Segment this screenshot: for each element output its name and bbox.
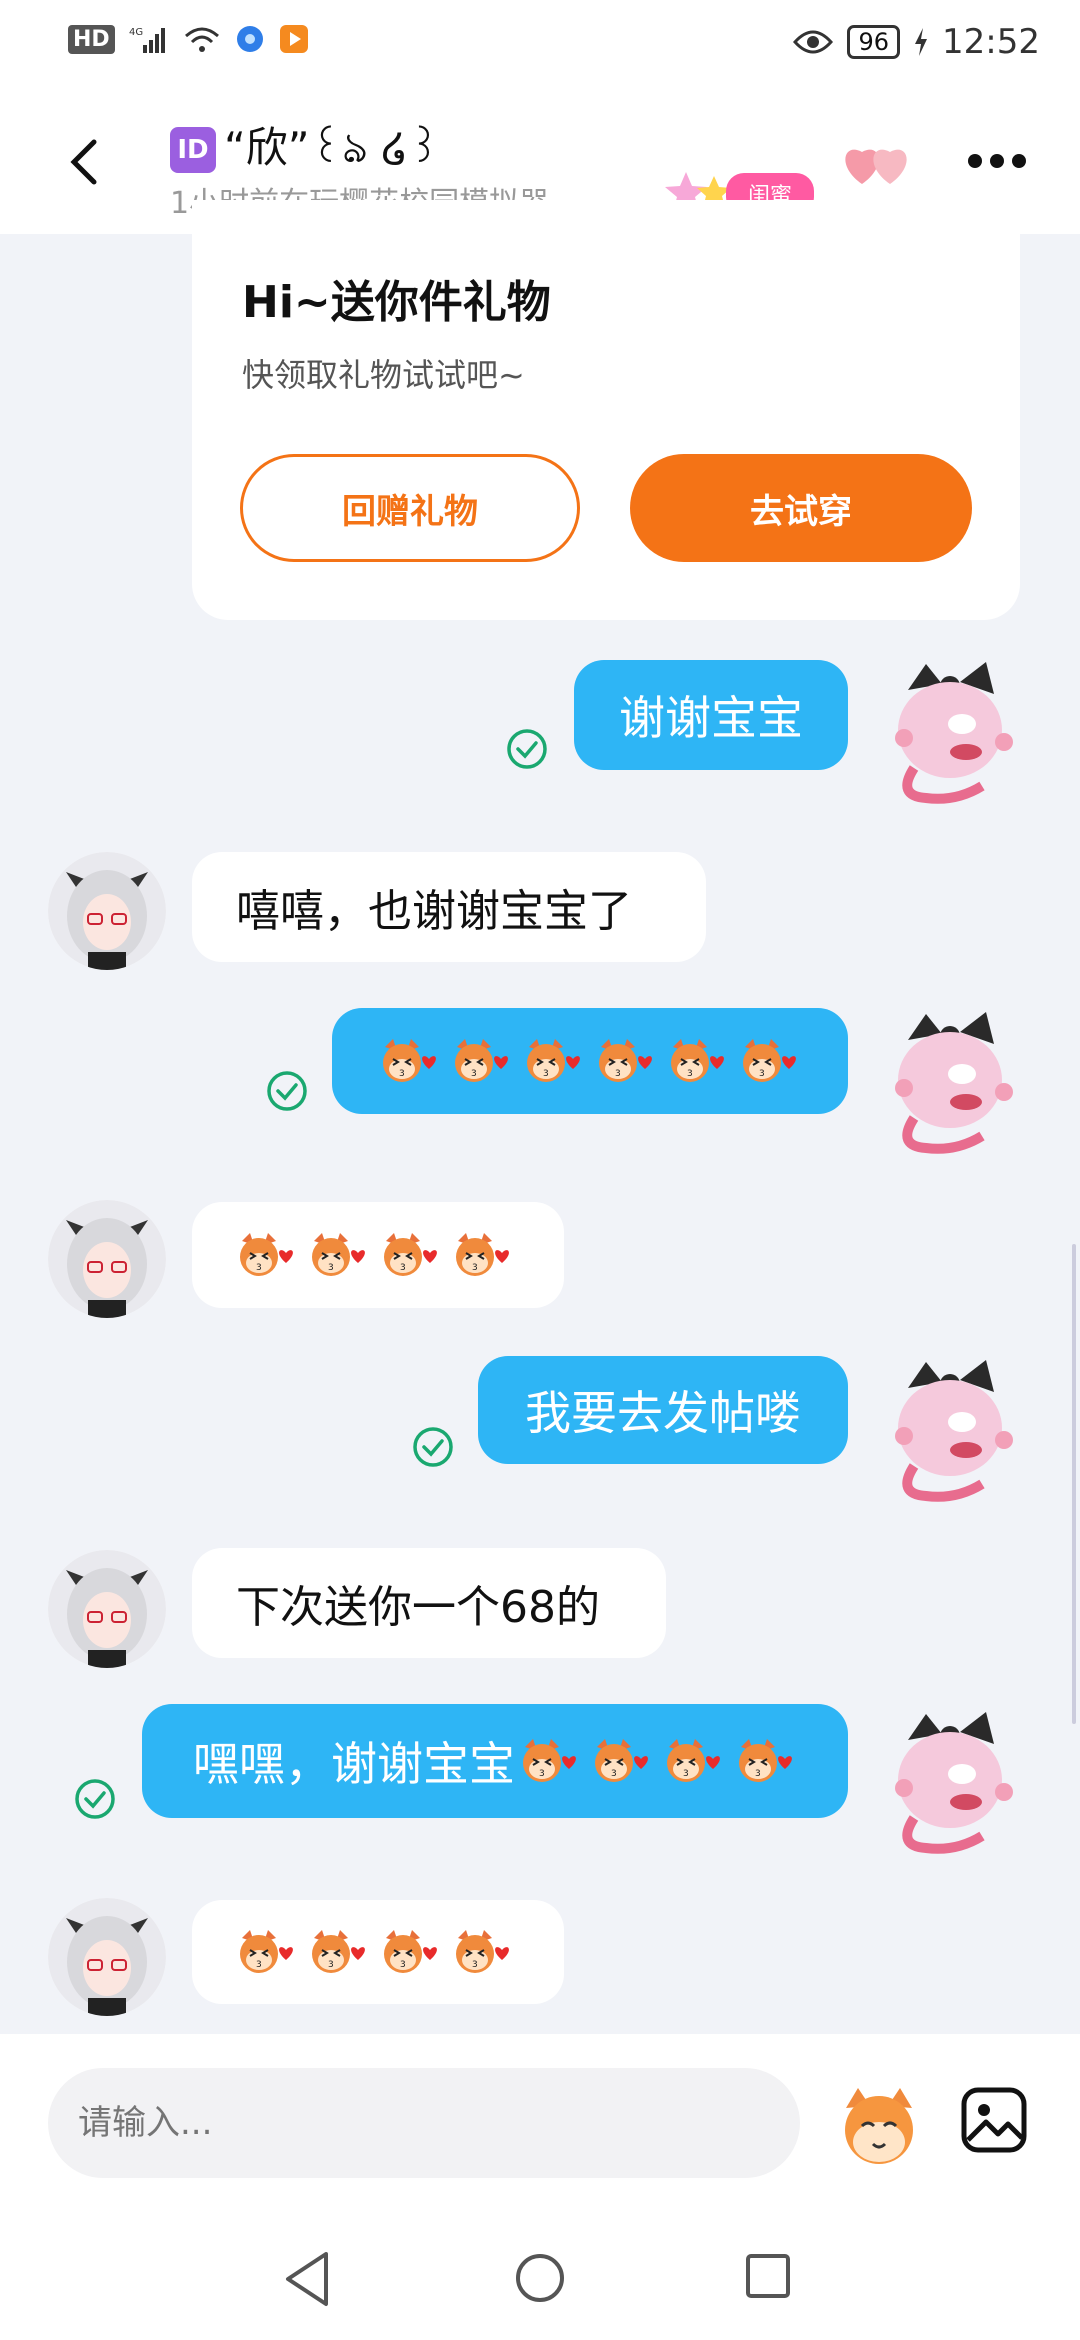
message-bubble[interactable]: 谢谢宝宝 xyxy=(574,660,848,770)
cat-kiss-emoji xyxy=(739,1037,801,1085)
my-avatar[interactable] xyxy=(886,1006,1018,1156)
message-bubble[interactable] xyxy=(332,1008,848,1114)
cat-kiss-emoji xyxy=(380,1231,442,1279)
message-row: 我要去发帖喽 xyxy=(0,1352,1080,1502)
message-row: 谢谢宝宝 xyxy=(0,650,1080,790)
message-bubble[interactable]: 下次送你一个68的 xyxy=(192,1548,666,1658)
message-input[interactable] xyxy=(48,2068,800,2178)
friend-avatar[interactable] xyxy=(48,1550,166,1668)
message-row: 嘻嘻，也谢谢宝宝了 xyxy=(0,850,1080,980)
sticker-icon[interactable] xyxy=(836,2082,922,2168)
wifi-icon xyxy=(184,27,219,52)
more-icon[interactable] xyxy=(968,154,1026,170)
cat-kiss-emoji xyxy=(308,1928,370,1976)
video-app-icon xyxy=(279,25,308,53)
back-icon[interactable] xyxy=(56,132,116,192)
friend-avatar[interactable] xyxy=(48,852,166,970)
message-text: 嘿嘿，谢谢宝宝 xyxy=(193,1737,515,1791)
cat-kiss-emoji xyxy=(663,1737,725,1785)
try-on-button[interactable]: 去试穿 xyxy=(630,454,972,562)
emoji-sticker-group xyxy=(236,1928,514,1976)
friend-avatar[interactable] xyxy=(48,1898,166,2016)
cat-kiss-emoji xyxy=(379,1037,441,1085)
image-icon[interactable] xyxy=(960,2086,1028,2154)
cat-kiss-emoji xyxy=(452,1231,514,1279)
message-bubble[interactable] xyxy=(192,1202,564,1308)
delivered-check-icon xyxy=(412,1426,454,1468)
message-input-container xyxy=(48,2068,800,2178)
my-avatar[interactable] xyxy=(886,656,1018,806)
my-avatar[interactable] xyxy=(886,1354,1018,1504)
nav-home-icon[interactable] xyxy=(514,2252,566,2304)
scrollbar[interactable] xyxy=(1072,1244,1076,1724)
cat-kiss-emoji xyxy=(308,1231,370,1279)
emoji-sticker-group xyxy=(519,1737,797,1785)
my-avatar[interactable] xyxy=(886,1706,1018,1856)
message-bubble[interactable] xyxy=(192,1900,564,2004)
hd-indicator: HD xyxy=(68,24,115,54)
id-badge: ID xyxy=(170,127,216,173)
battery-icon: 96 xyxy=(847,25,901,59)
contact-name: “欣”꒰ঌ ໒꒱ xyxy=(224,123,441,172)
delivered-check-icon xyxy=(74,1778,116,1820)
contact-title[interactable]: ID “欣”꒰ঌ ໒꒱ xyxy=(170,114,441,186)
delivered-check-icon xyxy=(266,1070,308,1112)
gift-card: Hi~送你件礼物 快领取礼物试试吧~ 回赠礼物 去试穿 xyxy=(192,200,1020,620)
cat-kiss-emoji xyxy=(451,1037,513,1085)
emoji-sticker-group xyxy=(379,1037,801,1085)
cat-kiss-emoji xyxy=(595,1037,657,1085)
message-bubble[interactable]: 我要去发帖喽 xyxy=(478,1356,848,1464)
cat-kiss-emoji xyxy=(452,1928,514,1976)
emoji-sticker-group xyxy=(236,1231,514,1279)
message-row xyxy=(0,1896,1080,2026)
cat-kiss-emoji xyxy=(236,1231,298,1279)
message-bubble[interactable]: 嘿嘿，谢谢宝宝 xyxy=(142,1704,848,1818)
cat-kiss-emoji xyxy=(236,1928,298,1976)
message-bubble[interactable]: 嘻嘻，也谢谢宝宝了 xyxy=(192,852,706,962)
clock: 12:52 xyxy=(942,22,1040,62)
message-row xyxy=(0,1006,1080,1156)
cat-kiss-emoji xyxy=(735,1737,797,1785)
nav-back-icon[interactable] xyxy=(282,2250,334,2308)
message-row: 下次送你一个68的 xyxy=(0,1548,1080,1678)
eye-icon xyxy=(793,30,834,54)
message-row xyxy=(0,1200,1080,1330)
charging-icon xyxy=(915,28,928,56)
system-nav-bar xyxy=(0,2220,1080,2340)
cat-kiss-emoji xyxy=(519,1737,581,1785)
nav-recent-icon[interactable] xyxy=(744,2252,792,2300)
cat-kiss-emoji xyxy=(591,1737,653,1785)
message-row: 嘿嘿，谢谢宝宝 xyxy=(0,1702,1080,1862)
svg-text:4G: 4G xyxy=(129,27,143,38)
friend-avatar[interactable] xyxy=(48,1200,166,1318)
status-bar: HD 4G 96 12:52 xyxy=(0,0,1080,92)
input-bar xyxy=(0,2034,1080,2220)
gift-subtitle: 快领取礼物试试吧~ xyxy=(242,356,525,394)
cat-kiss-emoji xyxy=(523,1037,585,1085)
heart-icon[interactable] xyxy=(842,136,914,188)
gift-title: Hi~送你件礼物 xyxy=(242,277,551,328)
delivered-check-icon xyxy=(506,728,548,770)
signal-icon: 4G xyxy=(129,27,165,53)
return-gift-button[interactable]: 回赠礼物 xyxy=(240,454,580,562)
cat-kiss-emoji xyxy=(380,1928,442,1976)
browser-icon xyxy=(236,26,263,52)
cat-kiss-emoji xyxy=(667,1037,729,1085)
